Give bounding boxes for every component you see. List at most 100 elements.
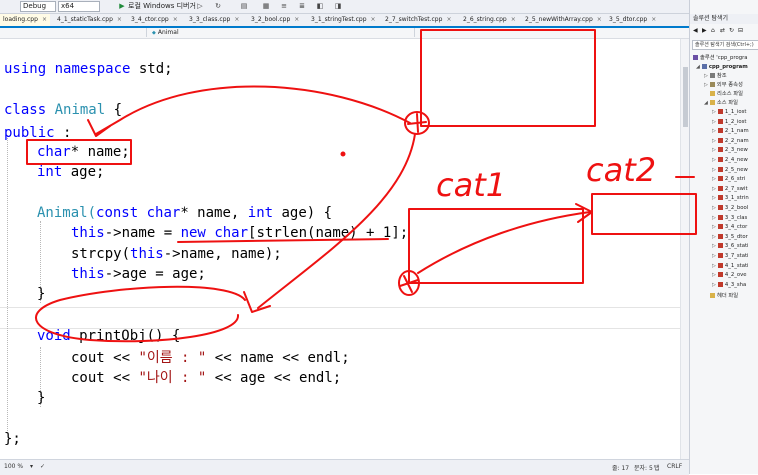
tree-external-deps[interactable]: ▷ 외부 종속성 [704, 81, 743, 89]
refresh-icon[interactable]: ↻ [729, 27, 734, 34]
collapsed-icon[interactable]: ▷ [712, 205, 716, 211]
home-icon[interactable]: ⌂ [711, 27, 715, 34]
config-dropdown[interactable]: Debug [20, 1, 56, 12]
back-icon[interactable]: ◀ [693, 27, 698, 34]
member-dropdown[interactable] [416, 28, 686, 37]
close-icon[interactable]: × [446, 16, 451, 23]
collapsed-icon[interactable]: ▷ [712, 147, 716, 153]
tab-3-2-bool[interactable]: 3_2_bool.cpp × [248, 14, 302, 26]
tab-3-4-ctor[interactable]: 3_4_ctor.cpp × [128, 14, 181, 26]
close-icon[interactable]: × [42, 16, 47, 23]
tree-solution[interactable]: 솔루션 'cpp_progra [693, 54, 748, 62]
collapsed-icon[interactable]: ▷ [712, 157, 716, 163]
collapsed-icon[interactable]: ▷ [712, 119, 716, 125]
indent-mode[interactable]: 탭 [654, 463, 660, 472]
collapsed-icon[interactable]: ▷ [712, 272, 716, 278]
run-button[interactable]: 로컬 Windows 디버거 [128, 1, 196, 11]
collapsed-icon[interactable]: ▷ [712, 253, 716, 259]
issues-icon[interactable]: ✓ [40, 463, 45, 470]
tree-resource-files[interactable]: 리소스 파일 [710, 90, 743, 98]
tree-source-file[interactable]: ▷ 2_3_new [712, 146, 748, 154]
tree-source-file[interactable]: ▷ 2_7_swit [712, 185, 748, 193]
tab-loading[interactable]: loading.cpp × [0, 14, 50, 26]
play-outline-icon[interactable]: ▷ [196, 2, 204, 10]
tree-source-files[interactable]: ◢ 소스 파일 [704, 99, 738, 107]
tab-2-7-switch-test[interactable]: 2_7_switchTest.cpp × [382, 14, 454, 26]
tool-icon[interactable]: ▤ [240, 2, 248, 10]
uncomment-icon[interactable]: ≣ [298, 2, 306, 10]
tree-source-file[interactable]: ▷ 3_2_bool [712, 204, 748, 212]
close-icon[interactable]: × [371, 16, 376, 23]
collapsed-icon[interactable]: ▷ [712, 224, 716, 230]
class-dropdown[interactable]: ◆ Animal [148, 28, 415, 37]
tab-3-5-dtor[interactable]: 3_5_dtor.cpp × [606, 14, 659, 26]
tree-source-file[interactable]: ▷ 4_3_sha [712, 281, 746, 289]
tree-header-files[interactable]: 헤더 파일 [710, 292, 738, 300]
collapsed-icon[interactable]: ▷ [712, 109, 716, 115]
tree-source-file[interactable]: ▷ 2_6_stri [712, 175, 745, 183]
bookmark-prev-icon[interactable]: ◧ [316, 2, 324, 10]
comment-icon[interactable]: ≡ [280, 2, 288, 10]
collapsed-icon[interactable]: ▷ [712, 243, 716, 249]
close-icon[interactable]: × [294, 16, 299, 23]
tab-2-6-string[interactable]: 2_6_string.cpp × [460, 14, 519, 26]
tree-source-file[interactable]: ▷ 3_6_stati [712, 242, 749, 250]
collapsed-icon[interactable]: ▷ [712, 282, 716, 288]
sync-icon[interactable]: ⇄ [720, 27, 725, 34]
bookmark-icon[interactable]: ▦ [262, 2, 270, 10]
collapsed-icon[interactable]: ▷ [712, 138, 716, 144]
solution-search-input[interactable]: 솔루션 탐색기 검색(Ctrl+;) [692, 40, 758, 50]
collapse-icon[interactable]: ⊟ [738, 27, 743, 34]
tree-source-file[interactable]: ▷ 3_5_dtor [712, 233, 748, 241]
forward-icon[interactable]: ▶ [702, 27, 707, 34]
close-icon[interactable]: × [173, 16, 178, 23]
expanded-icon[interactable]: ◢ [704, 100, 708, 106]
folder-icon [710, 293, 715, 298]
collapsed-icon[interactable]: ▷ [712, 195, 716, 201]
close-icon[interactable]: × [234, 16, 239, 23]
platform-dropdown[interactable]: x64 [58, 1, 100, 12]
code-editor[interactable]: using namespace std; class Animal { publ… [0, 39, 680, 459]
close-icon[interactable]: × [597, 16, 602, 23]
tree-source-file[interactable]: ▷ 3_1_strin [712, 194, 749, 202]
collapsed-icon[interactable]: ▷ [712, 186, 716, 192]
scope-dropdown[interactable] [0, 28, 147, 37]
collapsed-icon[interactable]: ▷ [712, 234, 716, 240]
tab-3-1-string-test[interactable]: 3_1_stringTest.cpp × [308, 14, 379, 26]
tree-source-file[interactable]: ▷ 3_3_clas [712, 214, 747, 222]
tree-source-file[interactable]: ▷ 2_2_nam [712, 137, 749, 145]
tree-references[interactable]: ▷ 참조 [704, 72, 727, 80]
close-icon[interactable]: × [511, 16, 516, 23]
tree-source-file[interactable]: ▷ 1_1_iost [712, 108, 746, 116]
tab-3-3-class[interactable]: 3_3_class.cpp × [186, 14, 242, 26]
tab-4-1-static-task[interactable]: 4_1_staticTask.cpp × [54, 14, 125, 26]
line-ending[interactable]: CRLF [667, 463, 682, 470]
tree-source-file[interactable]: ▷ 2_4_new [712, 156, 748, 164]
bookmark-next-icon[interactable]: ◨ [334, 2, 342, 10]
expanded-icon[interactable]: ◢ [696, 64, 700, 70]
tree-source-file[interactable]: ▷ 2_1_nam [712, 127, 749, 135]
tree-source-file[interactable]: ▷ 3_4_ctor [712, 223, 747, 231]
tree-source-file[interactable]: ▷ 4_1_stati [712, 262, 749, 270]
collapsed-icon[interactable]: ▷ [712, 263, 716, 269]
tree-source-file[interactable]: ▷ 1_2_iost [712, 118, 746, 126]
tree-project[interactable]: ◢ cpp_program [696, 63, 748, 71]
scrollbar-thumb[interactable] [683, 67, 688, 127]
close-icon[interactable]: × [651, 16, 656, 23]
cpp-file-icon [717, 233, 723, 239]
close-icon[interactable]: × [117, 16, 122, 23]
collapsed-icon[interactable]: ▷ [712, 176, 716, 182]
play-icon[interactable]: ▶ [118, 2, 126, 10]
collapsed-icon[interactable]: ▷ [712, 128, 716, 134]
tree-source-file[interactable]: ▷ 4_2_ove [712, 271, 747, 279]
collapsed-icon[interactable]: ▷ [712, 167, 716, 173]
tree-source-file[interactable]: ▷ 3_7_stati [712, 252, 749, 260]
collapsed-icon[interactable]: ▷ [712, 215, 716, 221]
tree-source-file[interactable]: ▷ 2_5_new [712, 166, 748, 174]
tab-2-5-new-with-array[interactable]: 2_5_newWithArray.cpp × [522, 14, 605, 26]
collapsed-icon[interactable]: ▷ [704, 82, 708, 88]
zoom-dropdown-icon[interactable]: ▾ [30, 463, 33, 470]
zoom-level[interactable]: 100 % [4, 463, 23, 470]
collapsed-icon[interactable]: ▷ [704, 73, 708, 79]
hot-reload-icon[interactable]: ↻ [214, 2, 222, 10]
